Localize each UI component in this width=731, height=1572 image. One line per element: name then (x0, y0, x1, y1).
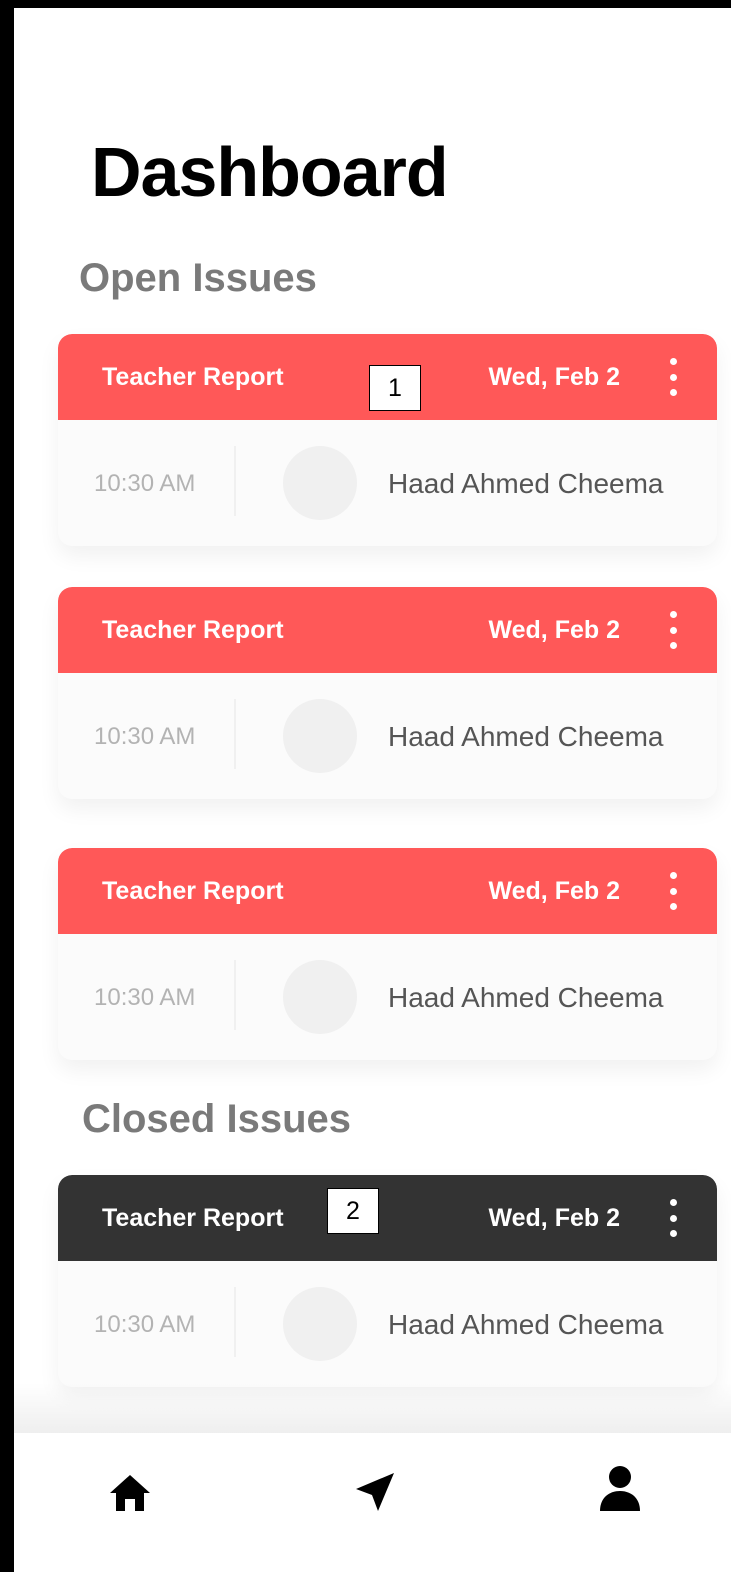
avatar (283, 1287, 357, 1361)
send-icon[interactable] (354, 1471, 396, 1513)
issue-type-label: Teacher Report (102, 363, 284, 391)
reporter-name: Haad Ahmed Cheema (388, 982, 664, 1013)
issue-type-label: Teacher Report (102, 877, 284, 905)
card-divider (234, 960, 236, 1030)
issue-date-label: Wed, Feb 2 (488, 363, 620, 391)
issue-time-label: 10:30 AM (94, 723, 196, 750)
issue-time-label: 10:30 AM (94, 1311, 196, 1338)
more-options-icon[interactable] (659, 1199, 687, 1237)
annotation-badge-1: 1 (369, 365, 421, 411)
bottom-nav (14, 1433, 731, 1572)
card-divider (234, 1287, 236, 1357)
issue-date-label: Wed, Feb 2 (488, 877, 620, 905)
phone-frame: Dashboard Open Issues Teacher Report Wed… (0, 0, 731, 1572)
issue-type-label: Teacher Report (102, 1204, 284, 1232)
issue-time-label: 10:30 AM (94, 984, 196, 1011)
open-issues-heading: Open Issues (79, 256, 317, 300)
closed-issues-heading: Closed Issues (82, 1097, 352, 1141)
avatar (283, 699, 357, 773)
issue-date-label: Wed, Feb 2 (488, 1204, 620, 1232)
page-title: Dashboard (91, 133, 449, 211)
more-options-icon[interactable] (659, 611, 687, 649)
more-options-icon[interactable] (659, 872, 687, 910)
reporter-name: Haad Ahmed Cheema (388, 721, 664, 752)
card-header: Teacher Report Wed, Feb 2 (58, 848, 717, 934)
reporter-name: Haad Ahmed Cheema (388, 468, 664, 499)
card-header: Teacher Report Wed, Feb 2 (58, 587, 717, 673)
reporter-name: Haad Ahmed Cheema (388, 1309, 664, 1340)
scroll-fade (14, 1383, 731, 1435)
more-options-icon[interactable] (659, 358, 687, 396)
issue-type-label: Teacher Report (102, 616, 284, 644)
profile-icon[interactable] (598, 1465, 642, 1511)
issue-card-open-3[interactable]: Teacher Report Wed, Feb 2 10:30 AM Haad … (58, 848, 717, 1060)
issue-time-label: 10:30 AM (94, 470, 196, 497)
home-icon[interactable] (108, 1473, 152, 1513)
annotation-badge-2: 2 (327, 1188, 379, 1234)
issue-date-label: Wed, Feb 2 (488, 616, 620, 644)
issue-card-closed-1[interactable]: Teacher Report Wed, Feb 2 10:30 AM Haad … (58, 1175, 717, 1387)
avatar (283, 446, 357, 520)
card-divider (234, 699, 236, 769)
card-header: Teacher Report Wed, Feb 2 (58, 1175, 717, 1261)
issue-card-open-2[interactable]: Teacher Report Wed, Feb 2 10:30 AM Haad … (58, 587, 717, 799)
avatar (283, 960, 357, 1034)
card-divider (234, 446, 236, 516)
